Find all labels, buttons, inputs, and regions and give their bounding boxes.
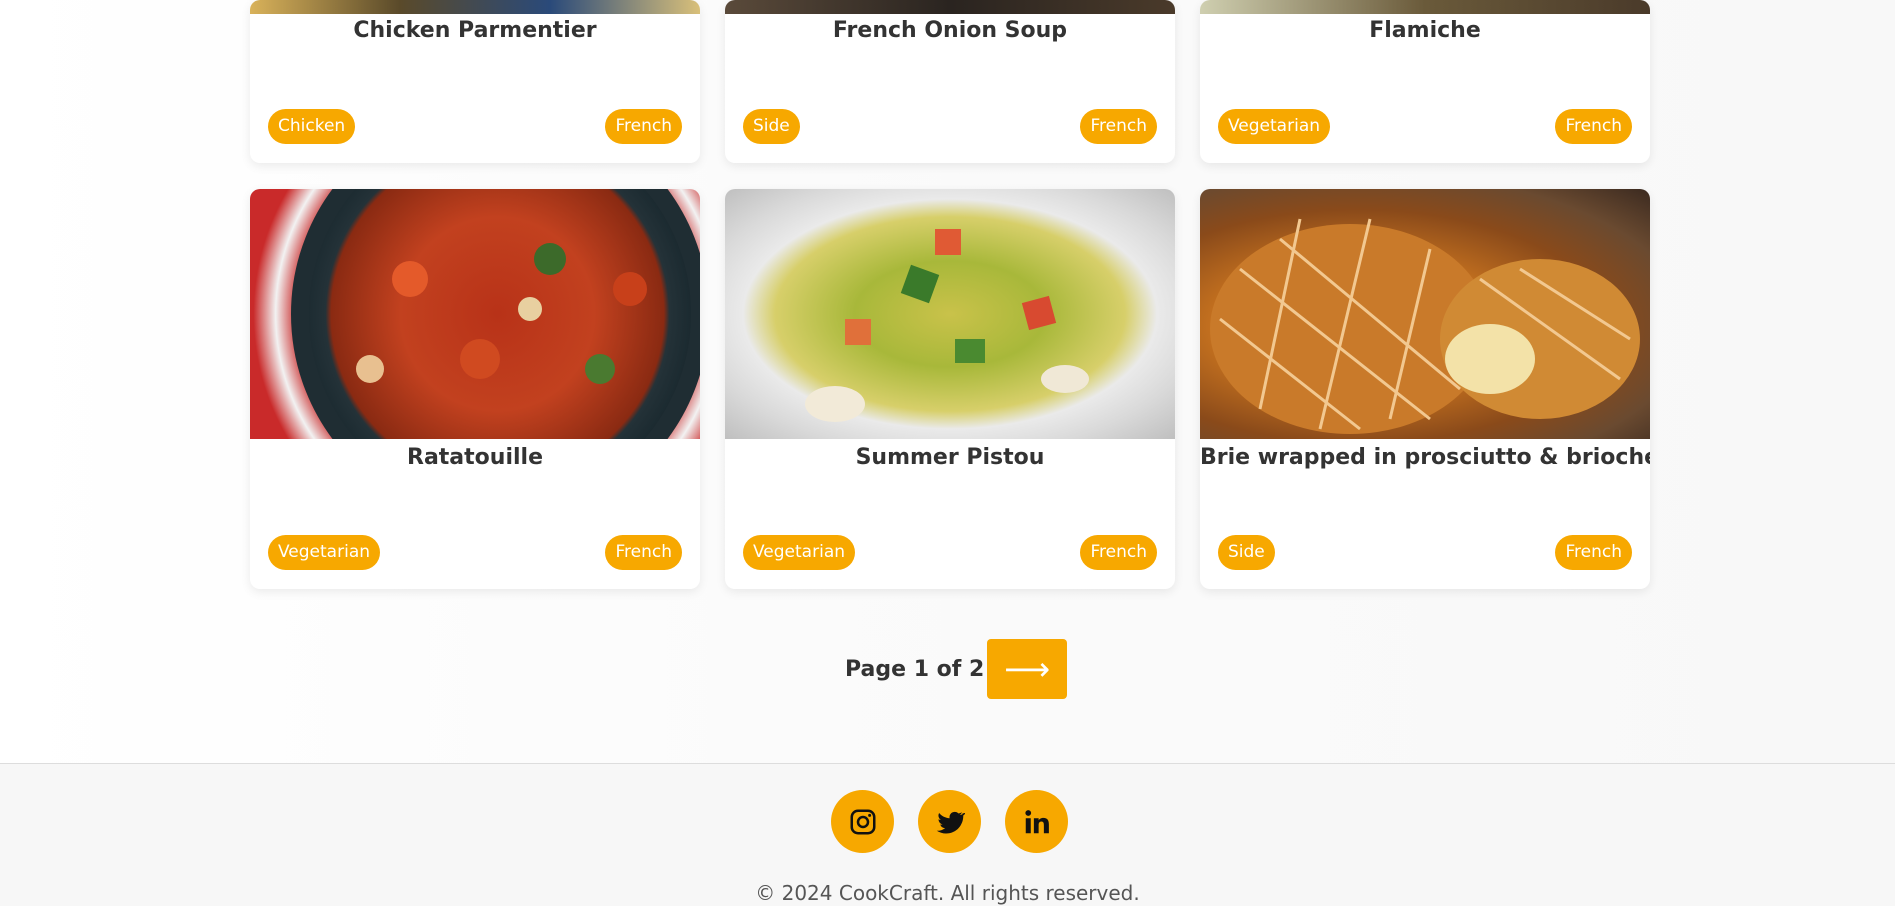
category-tag: Vegetarian bbox=[743, 535, 856, 570]
recipe-image bbox=[1200, 0, 1650, 14]
recipe-row-2: Ratatouille Vegetarian French Summer Pis… bbox=[250, 189, 1650, 589]
page: Chicken Parmentier Chicken French French… bbox=[0, 0, 1895, 906]
recipe-image bbox=[725, 0, 1175, 14]
cuisine-tag: French bbox=[1555, 109, 1632, 144]
cuisine-tag: French bbox=[1080, 535, 1157, 570]
recipe-row-1: Chicken Parmentier Chicken French French… bbox=[250, 0, 1650, 163]
recipe-title: Flamiche bbox=[1369, 18, 1481, 43]
recipe-card[interactable]: Chicken Parmentier Chicken French bbox=[250, 0, 700, 163]
twitter-icon bbox=[936, 811, 965, 833]
category-tag: Chicken bbox=[268, 109, 356, 144]
recipe-card[interactable]: Summer Pistou Vegetarian French bbox=[725, 189, 1175, 589]
category-tag: Side bbox=[1218, 535, 1275, 570]
recipe-title: Chicken Parmentier bbox=[353, 18, 597, 43]
twitter-link[interactable] bbox=[918, 790, 981, 853]
recipe-title: Summer Pistou bbox=[855, 445, 1045, 470]
recipe-image bbox=[250, 0, 700, 14]
recipe-title: Ratatouille bbox=[407, 445, 543, 470]
recipe-card[interactable]: Brie wrapped in prosciutto & brioche Sid… bbox=[1200, 189, 1650, 589]
recipe-image bbox=[250, 189, 700, 439]
recipe-card[interactable]: French Onion Soup Side French bbox=[725, 0, 1175, 163]
footer: © 2024 CookCraft. All rights reserved. bbox=[0, 763, 1895, 906]
recipe-title: French Onion Soup bbox=[832, 18, 1068, 43]
linkedin-icon bbox=[1024, 809, 1049, 833]
pagination: Page 1 of 2 ⟶ bbox=[0, 639, 1895, 699]
instagram-link[interactable] bbox=[831, 790, 894, 853]
recipe-title: Brie wrapped in prosciutto & brioche bbox=[1200, 445, 1650, 470]
recipe-card[interactable]: Ratatouille Vegetarian French bbox=[250, 189, 700, 589]
cuisine-tag: French bbox=[1555, 535, 1632, 570]
cuisine-tag: French bbox=[1080, 109, 1157, 144]
cuisine-tag: French bbox=[605, 109, 682, 144]
recipe-image bbox=[1200, 189, 1650, 439]
instagram-icon bbox=[850, 809, 875, 834]
next-page-button[interactable]: ⟶ bbox=[987, 639, 1067, 699]
linkedin-link[interactable] bbox=[1005, 790, 1068, 853]
cuisine-tag: French bbox=[605, 535, 682, 570]
recipe-image bbox=[725, 189, 1175, 439]
page-indicator: Page 1 of 2 bbox=[845, 657, 985, 682]
category-tag: Vegetarian bbox=[1218, 109, 1331, 144]
recipe-card[interactable]: Flamiche Vegetarian French bbox=[1200, 0, 1650, 163]
category-tag: Side bbox=[743, 109, 800, 144]
copyright-text: © 2024 CookCraft. All rights reserved. bbox=[755, 881, 1140, 905]
category-tag: Vegetarian bbox=[268, 535, 381, 570]
